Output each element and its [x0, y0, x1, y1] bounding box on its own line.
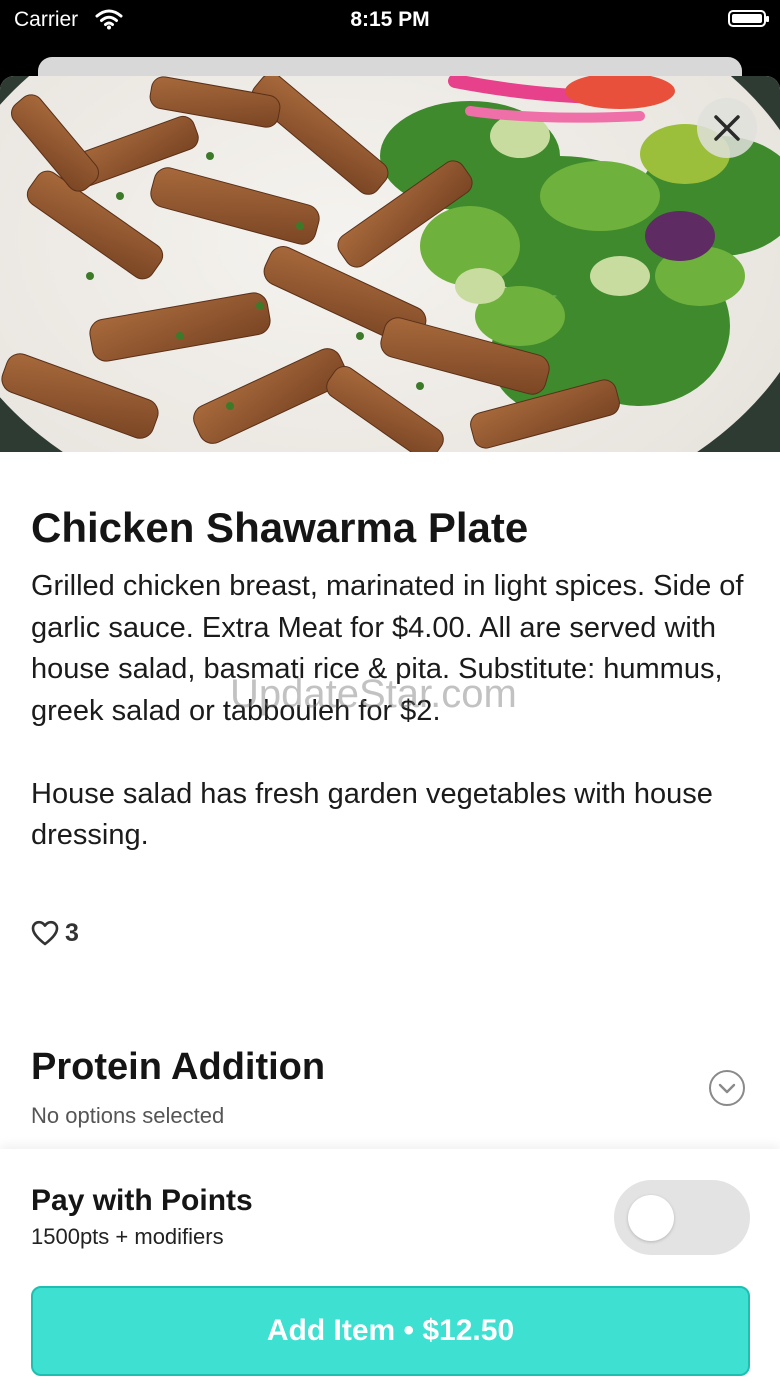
expand-modifier-button[interactable]: [708, 1069, 746, 1107]
chevron-down-icon: [709, 1070, 745, 1106]
checkout-footer: Pay with Points 1500pts + modifiers Add …: [0, 1149, 780, 1387]
add-item-button[interactable]: Add Item • $12.50: [31, 1286, 750, 1376]
points-cost-label: 1500pts + modifiers: [31, 1224, 224, 1249]
item-detail-sheet: Chicken Shawarma Plate Grilled chicken b…: [0, 76, 780, 1387]
status-time: 8:15 PM: [350, 8, 430, 31]
toggle-knob: [628, 1195, 674, 1241]
pay-with-points-toggle[interactable]: [614, 1180, 750, 1255]
like-count: 3: [65, 918, 79, 947]
watermark: UpdateStar.com: [230, 672, 517, 716]
battery-icon: [728, 10, 769, 27]
pay-with-points-label: Pay with Points: [31, 1184, 253, 1217]
modifier-group-title: Protein Addition: [31, 1046, 326, 1088]
item-photo: [0, 76, 780, 452]
status-bar: Carrier 8:15 PM: [0, 0, 780, 44]
close-button[interactable]: [697, 98, 757, 158]
description-paragraph: House salad has fresh garden vegetables …: [31, 777, 713, 852]
item-title: Chicken Shawarma Plate: [31, 504, 529, 551]
heart-icon: [31, 920, 59, 946]
close-icon: [714, 115, 740, 141]
like-button[interactable]: 3: [31, 918, 79, 948]
modifier-group-status: No options selected: [31, 1103, 225, 1128]
